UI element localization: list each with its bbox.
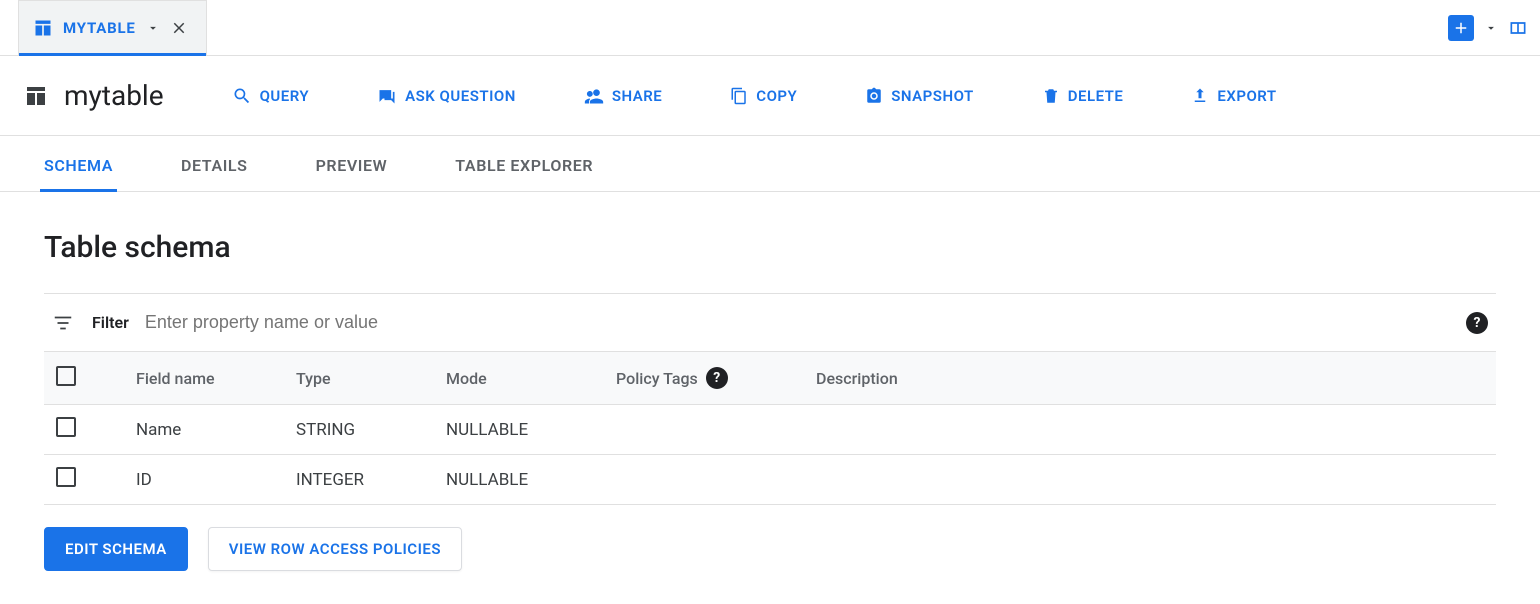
share-button[interactable]: SHARE (572, 78, 674, 114)
table-row: NameSTRINGNULLABLE (44, 405, 1496, 455)
filter-input[interactable] (141, 308, 1454, 337)
cell-policy (604, 405, 804, 455)
col-mode: Mode (434, 352, 604, 405)
col-field: Field name (124, 352, 284, 405)
file-tab-mytable[interactable]: MYTABLE (18, 0, 207, 55)
schema-table: Field name Type Mode Policy Tags ? Descr… (44, 351, 1496, 505)
panel-icon[interactable] (1508, 18, 1528, 38)
tab-details[interactable]: DETAILS (177, 140, 252, 191)
table-row: IDINTEGERNULLABLE (44, 455, 1496, 505)
chevron-down-icon[interactable] (1484, 21, 1498, 35)
share-icon (584, 86, 604, 106)
help-icon[interactable]: ? (706, 367, 728, 389)
cell-policy (604, 455, 804, 505)
tab-schema[interactable]: SCHEMA (40, 140, 117, 191)
col-policy: Policy Tags ? (604, 352, 804, 405)
col-description: Description (804, 352, 1496, 405)
cell-description (804, 405, 1496, 455)
snapshot-button[interactable]: SNAPSHOT (853, 79, 985, 113)
delete-icon (1042, 87, 1060, 105)
page-title: mytable (64, 79, 164, 112)
add-tab-button[interactable] (1448, 15, 1474, 41)
delete-button[interactable]: DELETE (1030, 79, 1136, 113)
select-all-checkbox[interactable] (56, 366, 76, 386)
action-label: DELETE (1068, 87, 1124, 105)
filter-row: Filter ? (44, 293, 1496, 351)
view-row-access-policies-button[interactable]: VIEW ROW ACCESS POLICIES (208, 527, 462, 571)
tab-preview[interactable]: PREVIEW (312, 140, 392, 191)
content: Table schema Filter ? Field name Type Mo… (0, 192, 1540, 599)
search-icon (232, 86, 252, 106)
col-policy-label: Policy Tags (616, 369, 698, 388)
row-checkbox[interactable] (56, 467, 76, 487)
tab-strip: MYTABLE (0, 0, 1540, 56)
cell-field: ID (124, 455, 284, 505)
cell-type: STRING (284, 405, 434, 455)
export-button[interactable]: EXPORT (1179, 79, 1288, 113)
ask-icon (377, 86, 397, 106)
copy-button[interactable]: COPY (718, 79, 809, 113)
ask-question-button[interactable]: ASK QUESTION (365, 78, 528, 114)
sub-tabs: SCHEMA DETAILS PREVIEW TABLE EXPLORER (0, 136, 1540, 192)
action-label: ASK QUESTION (405, 87, 516, 105)
col-type: Type (284, 352, 434, 405)
row-checkbox[interactable] (56, 417, 76, 437)
filter-icon (52, 312, 74, 334)
button-row: EDIT SCHEMA VIEW ROW ACCESS POLICIES (44, 527, 1496, 571)
help-icon[interactable]: ? (1466, 312, 1488, 334)
title-row: mytable QUERY ASK QUESTION SHARE COPY SN… (0, 56, 1540, 136)
plus-icon (1452, 19, 1470, 37)
table-header-row: Field name Type Mode Policy Tags ? Descr… (44, 352, 1496, 405)
action-label: SNAPSHOT (891, 87, 973, 105)
cell-type: INTEGER (284, 455, 434, 505)
snapshot-icon (865, 87, 883, 105)
cell-field: Name (124, 405, 284, 455)
edit-schema-button[interactable]: EDIT SCHEMA (44, 527, 188, 571)
table-icon (24, 84, 48, 108)
cell-description (804, 455, 1496, 505)
action-label: QUERY (260, 87, 310, 105)
close-icon[interactable] (170, 19, 188, 37)
action-label: EXPORT (1217, 87, 1276, 105)
section-title: Table schema (44, 230, 1496, 265)
copy-icon (730, 87, 748, 105)
cell-mode: NULLABLE (434, 455, 604, 505)
file-tab-label: MYTABLE (63, 19, 136, 37)
tab-table-explorer[interactable]: TABLE EXPLORER (451, 140, 597, 191)
query-button[interactable]: QUERY (220, 78, 322, 114)
export-icon (1191, 87, 1209, 105)
action-label: SHARE (612, 87, 662, 105)
action-label: COPY (756, 87, 797, 105)
cell-mode: NULLABLE (434, 405, 604, 455)
table-icon (33, 18, 53, 38)
chevron-down-icon[interactable] (146, 21, 160, 35)
filter-label: Filter (92, 313, 129, 332)
